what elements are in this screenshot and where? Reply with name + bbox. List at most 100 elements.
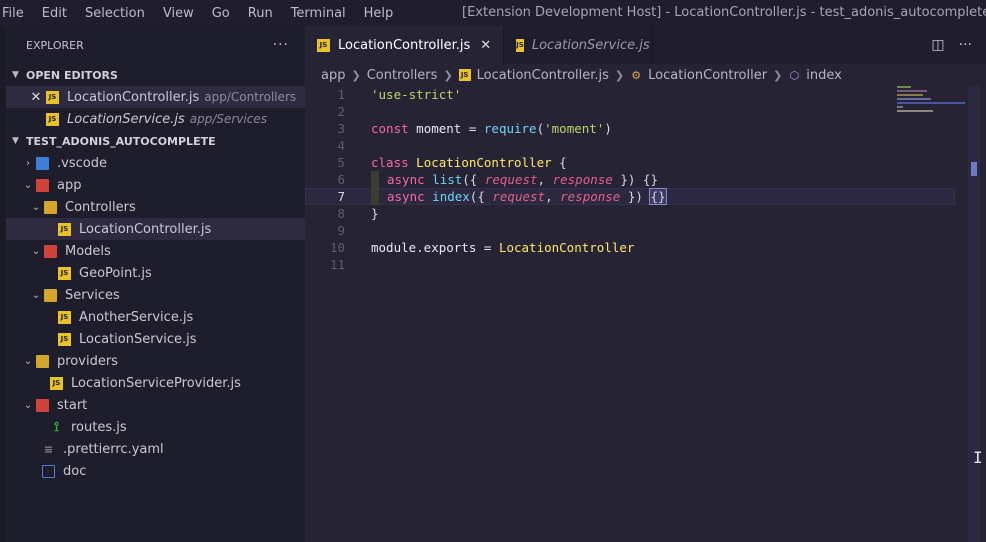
tree-item-label: .vscode	[57, 155, 107, 171]
indent-guide	[371, 171, 379, 188]
tree-item-label: start	[57, 397, 88, 413]
code-string: 'moment'	[544, 121, 605, 136]
window-title: [Extension Development Host] - LocationC…	[462, 5, 986, 20]
project-label: TEST_ADONIS_AUTOCOMPLETE	[26, 134, 216, 148]
tree-file-locationservice[interactable]: JS LocationService.js	[6, 328, 305, 350]
menu-go[interactable]: Go	[203, 6, 239, 21]
tree-item-label: LocationServiceProvider.js	[71, 375, 241, 391]
breadcrumb-item[interactable]: LocationController	[648, 68, 767, 83]
breadcrumb-item[interactable]: index	[806, 68, 842, 83]
code-line: 4	[305, 137, 955, 154]
code-keyword: class	[371, 155, 409, 170]
scrollbar-thumb[interactable]	[971, 162, 977, 176]
code-function: require	[483, 121, 537, 136]
tab-locationcontroller[interactable]: JS LocationController.js ✕	[305, 26, 505, 64]
open-editor-name: LocationService.js	[67, 111, 185, 127]
line-number: 11	[329, 257, 345, 272]
open-editor-path: app/Services	[189, 112, 268, 126]
chevron-right-icon: ›	[26, 157, 30, 169]
breadcrumb-item[interactable]: LocationController.js	[477, 68, 609, 83]
code-text: {	[551, 155, 567, 170]
breadcrumb-item[interactable]: Controllers	[367, 68, 438, 83]
tree-folder-models[interactable]: ⌄ Models	[6, 240, 305, 262]
menu-file[interactable]: File	[0, 6, 33, 21]
code-text: ({	[469, 189, 493, 204]
providers-folder-icon	[36, 354, 49, 368]
code-text: }) {}	[612, 172, 658, 187]
tree-item-label: Controllers	[65, 199, 136, 215]
js-file-icon: JS	[46, 112, 59, 126]
menu-terminal[interactable]: Terminal	[282, 6, 355, 21]
tree-file-locationcontroller[interactable]: JS LocationController.js	[6, 218, 305, 240]
tree-file-prettierrc[interactable]: ≡ .prettierrc.yaml	[6, 438, 305, 460]
js-file-icon: JS	[58, 266, 71, 280]
chevron-right-icon: ❯	[351, 68, 361, 82]
menu-edit[interactable]: Edit	[33, 6, 76, 21]
code-editor[interactable]: 1 'use-strict' 2 3 const moment = requir…	[305, 86, 955, 273]
line-number: 10	[329, 240, 345, 255]
tree-item-label: app	[57, 177, 82, 193]
breadcrumb: app ❯ Controllers ❯ JS LocationControlle…	[305, 64, 986, 86]
open-editor-item[interactable]: ✕ JS LocationController.js app/Controlle…	[6, 86, 305, 108]
tree-item-label: LocationController.js	[79, 221, 212, 237]
menu-selection[interactable]: Selection	[76, 6, 154, 21]
tab-locationservice[interactable]: JS LocationService.js	[504, 26, 654, 64]
open-editors-label: OPEN EDITORS	[26, 68, 118, 82]
code-line: 3 const moment = require('moment')	[305, 120, 955, 137]
services-folder-icon	[44, 288, 57, 302]
code-keyword: const	[371, 121, 409, 136]
tree-folder-start[interactable]: ⌄ start	[6, 394, 305, 416]
open-editor-path: app/Controllers	[204, 90, 297, 104]
tree-folder-services[interactable]: ⌄ Services	[6, 284, 305, 306]
line-number: 8	[337, 206, 345, 221]
tab-label: LocationService.js	[531, 37, 650, 53]
tree-file-locationserviceprovider[interactable]: JS LocationServiceProvider.js	[6, 372, 305, 394]
code-text: module.exports =	[371, 240, 499, 255]
chevron-down-icon: ⌄	[23, 355, 33, 367]
code-line: 1 'use-strict'	[305, 86, 955, 103]
code-function: list	[424, 172, 463, 187]
menu-view[interactable]: View	[154, 6, 203, 21]
editor-tabs: JS LocationController.js ✕ JS LocationSe…	[305, 26, 986, 64]
line-number: 5	[337, 155, 345, 170]
tree-folder-app[interactable]: ⌄ app	[6, 174, 305, 196]
tab-label: LocationController.js	[338, 37, 471, 53]
open-editor-item[interactable]: JS LocationService.js app/Services	[6, 108, 305, 130]
split-editor-icon[interactable]: ◫	[931, 37, 944, 53]
more-actions-icon[interactable]: ···	[273, 37, 289, 53]
js-file-icon: JS	[516, 38, 524, 52]
tree-folder-controllers[interactable]: ⌄ Controllers	[6, 196, 305, 218]
minimap[interactable]	[897, 86, 967, 146]
more-actions-icon[interactable]: ···	[959, 37, 972, 53]
indent-guide	[371, 188, 379, 205]
tree-file-geopoint[interactable]: JS GeoPoint.js	[6, 262, 305, 284]
chevron-down-icon: ⌄	[23, 399, 33, 411]
open-editor-name: LocationController.js	[67, 89, 200, 105]
chevron-right-icon: ❯	[614, 68, 625, 82]
editor-actions: ◫ ···	[931, 26, 972, 64]
menu-run[interactable]: Run	[239, 6, 282, 21]
code-keyword: async	[387, 189, 425, 204]
js-file-icon: JS	[58, 310, 71, 324]
close-icon[interactable]: ✕	[480, 38, 491, 53]
js-file-icon: JS	[58, 332, 71, 346]
class-symbol-icon: ⚙	[631, 68, 642, 82]
code-line-current: 7 async index({ request, response }) {}	[305, 188, 955, 205]
tree-folder-providers[interactable]: ⌄ providers	[6, 350, 305, 372]
menu-help[interactable]: Help	[355, 6, 403, 21]
open-editors-section[interactable]: ▼ OPEN EDITORS	[6, 64, 305, 86]
chevron-down-icon: ▼	[12, 136, 19, 146]
tree-folder-vscode[interactable]: › .vscode	[6, 152, 305, 174]
tree-item-label: Models	[65, 243, 111, 259]
project-section[interactable]: ▼ TEST_ADONIS_AUTOCOMPLETE	[6, 130, 305, 152]
explorer-sidebar: EXPLORER ··· ▼ OPEN EDITORS ✕ JS Locatio…	[6, 26, 305, 542]
code-line: 2	[305, 103, 955, 120]
tree-file-doc[interactable]: doc	[6, 460, 305, 482]
tree-file-routes[interactable]: ⟟ routes.js	[6, 416, 305, 438]
tree-item-label: Services	[65, 287, 120, 303]
breadcrumb-item[interactable]: app	[321, 68, 345, 83]
tree-file-anotherservice[interactable]: JS AnotherService.js	[6, 306, 305, 328]
vertical-scrollbar[interactable]	[968, 86, 980, 542]
close-icon[interactable]: ✕	[28, 90, 44, 105]
code-text: }	[371, 206, 379, 221]
